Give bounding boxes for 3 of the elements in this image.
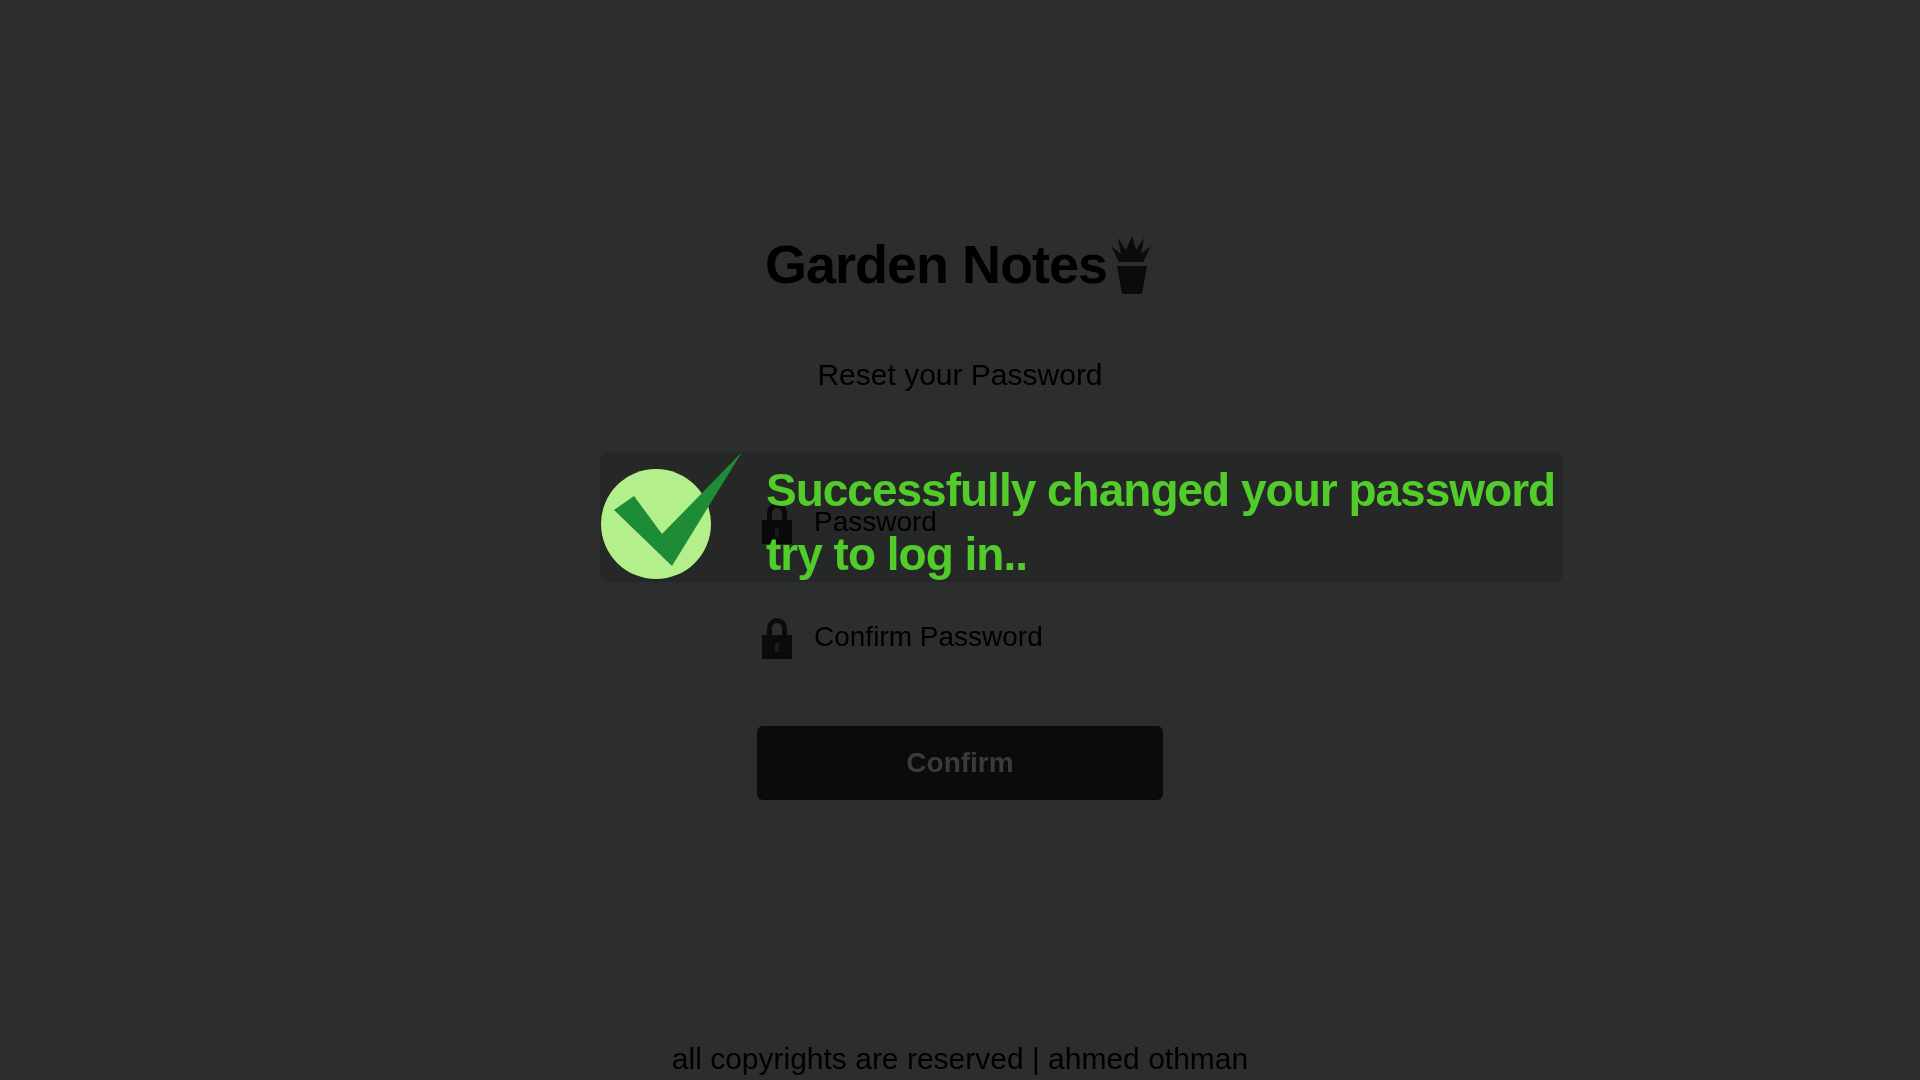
success-hint: try to log in.. xyxy=(766,528,1027,580)
lock-icon xyxy=(760,615,794,659)
check-icon xyxy=(600,452,742,582)
